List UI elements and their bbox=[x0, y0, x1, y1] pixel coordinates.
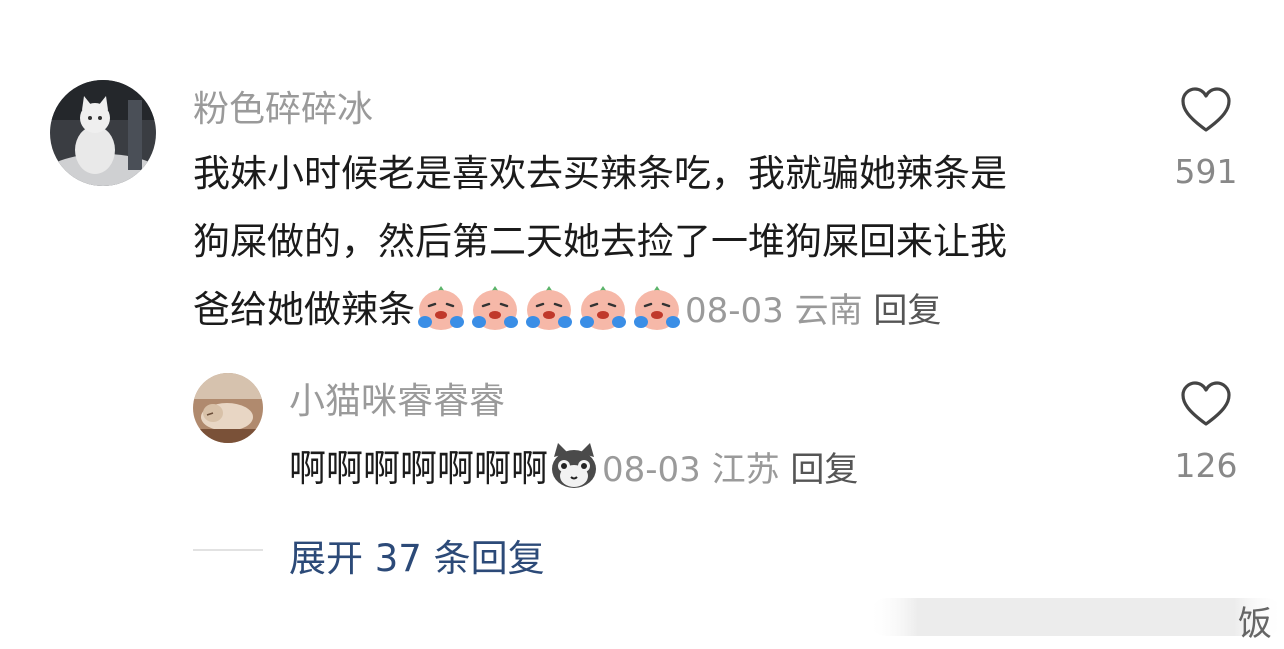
watermark: 饭 bbox=[868, 594, 1284, 644]
crying-peach-emoji bbox=[631, 282, 683, 332]
reply-reply-button[interactable]: 回复 bbox=[790, 450, 858, 490]
gray-cat-emoji bbox=[548, 441, 600, 491]
comment-last-line: 爸给她做辣条 08-03 云南 回复 bbox=[193, 276, 1007, 345]
reply-like-count: 126 bbox=[1174, 446, 1238, 485]
heart-icon bbox=[1181, 381, 1231, 426]
crying-peach-emoji bbox=[469, 282, 521, 332]
reply-location: 江苏 bbox=[711, 450, 780, 490]
comment-location: 云南 bbox=[794, 291, 863, 331]
reply-username[interactable]: 小猫咪睿睿睿 bbox=[289, 384, 505, 420]
reply-like-button[interactable]: 126 bbox=[1171, 380, 1241, 485]
expand-replies-link[interactable]: 展开 37 条回复 bbox=[289, 528, 545, 582]
comment-like-count: 591 bbox=[1174, 152, 1238, 191]
reply-text: 啊啊啊啊啊啊啊 bbox=[289, 447, 548, 490]
reply-date: 08-03 bbox=[602, 450, 701, 490]
reply-avatar[interactable] bbox=[193, 373, 263, 443]
crying-peach-emoji bbox=[523, 282, 575, 332]
comment-line: 我妹小时候老是喜欢去买辣条吃，我就骗她辣条是 bbox=[193, 152, 1007, 195]
comment-date: 08-03 bbox=[685, 291, 784, 331]
comment-line: 爸给她做辣条 bbox=[193, 288, 415, 331]
expand-divider bbox=[193, 549, 263, 551]
comment-text: 我妹小时候老是喜欢去买辣条吃，我就骗她辣条是 狗屎做的，然后第二天她去捡了一堆狗… bbox=[193, 140, 1007, 345]
reply-text-row: 啊啊啊啊啊啊啊 08-03 江苏 回复 bbox=[289, 435, 858, 504]
comment-line: 狗屎做的，然后第二天她去捡了一堆狗屎回来让我 bbox=[193, 220, 1007, 263]
commenter-username[interactable]: 粉色碎碎冰 bbox=[193, 92, 373, 128]
watermark-text: 饭 bbox=[1238, 604, 1272, 644]
commenter-avatar[interactable] bbox=[50, 80, 156, 186]
comment-meta: 08-03 云南 回复 bbox=[685, 291, 941, 331]
reply-meta: 08-03 江苏 回复 bbox=[602, 450, 858, 490]
crying-peach-emoji bbox=[577, 282, 629, 332]
heart-icon bbox=[1181, 87, 1231, 132]
comment-reply-button[interactable]: 回复 bbox=[873, 291, 941, 331]
comment-like-button[interactable]: 591 bbox=[1171, 86, 1241, 191]
crying-peach-emoji bbox=[415, 282, 467, 332]
